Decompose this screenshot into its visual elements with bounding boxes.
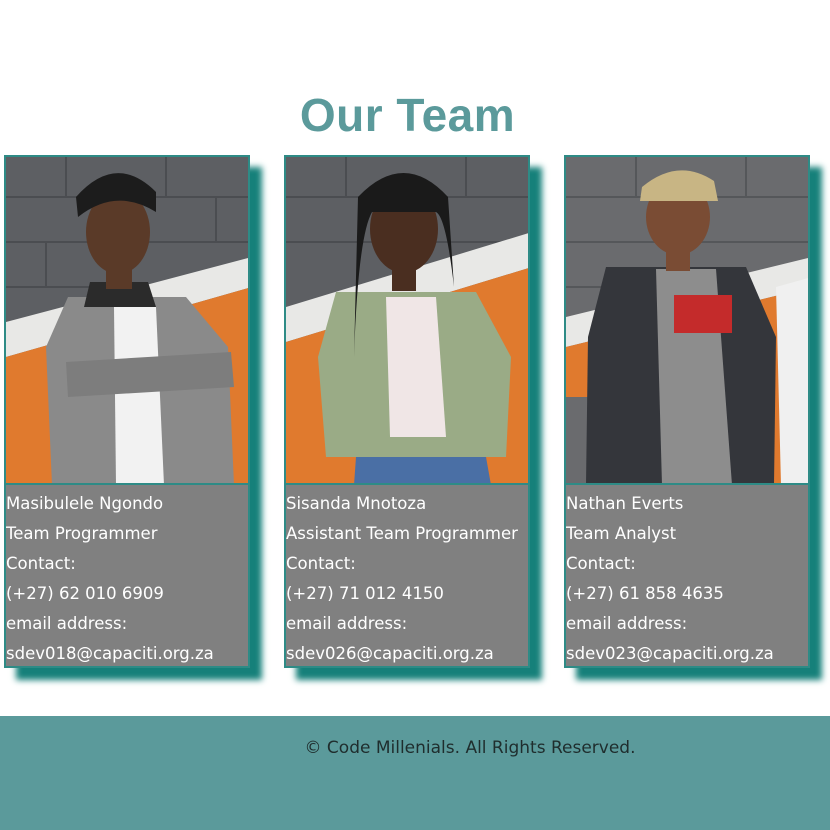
member-phone[interactable]: (+27) 71 012 4150 (286, 579, 528, 609)
member-email[interactable]: sdev023@capaciti.org.za (566, 639, 808, 666)
page-title: Our Team (299, 89, 516, 141)
member-name: Masibulele Ngondo (6, 494, 164, 513)
team-card-nathan: Nathan Everts Team Analyst Contact: (+27… (564, 155, 810, 668)
site-footer (0, 716, 830, 830)
member-name: Sisanda Mnotoza (286, 494, 427, 513)
contact-label: Contact: (286, 554, 356, 573)
member-role: Team Analyst (566, 524, 677, 543)
team-card-masibulele: Masibulele Ngondo Team Programmer Contac… (4, 155, 250, 668)
team-member-info: Masibulele Ngondo Team Programmer Contac… (6, 485, 248, 666)
member-role: Assistant Team Programmer (286, 524, 518, 543)
team-member-photo (286, 157, 528, 485)
team-member-info: Nathan Everts Team Analyst Contact: (+27… (566, 485, 808, 666)
team-member-photo (6, 157, 248, 485)
contact-label: Contact: (6, 554, 76, 573)
email-label: email address: (566, 614, 688, 633)
member-email[interactable]: sdev026@capaciti.org.za (286, 639, 528, 666)
contact-label: Contact: (566, 554, 636, 573)
member-phone[interactable]: (+27) 62 010 6909 (6, 579, 248, 609)
member-email[interactable]: sdev018@capaciti.org.za (6, 639, 248, 666)
team-page: Our Team Masibulele Ngondo Team Programm… (0, 0, 830, 830)
footer-copyright: © Code Millenials. All Rights Reserved. (304, 738, 636, 758)
email-label: email address: (6, 614, 128, 633)
member-role: Team Programmer (6, 524, 158, 543)
member-phone[interactable]: (+27) 61 858 4635 (566, 579, 808, 609)
email-label: email address: (286, 614, 408, 633)
team-member-info: Sisanda Mnotoza Assistant Team Programme… (286, 485, 528, 666)
member-name: Nathan Everts (566, 494, 684, 513)
team-card-sisanda: Sisanda Mnotoza Assistant Team Programme… (284, 155, 530, 668)
team-member-photo (566, 157, 808, 485)
